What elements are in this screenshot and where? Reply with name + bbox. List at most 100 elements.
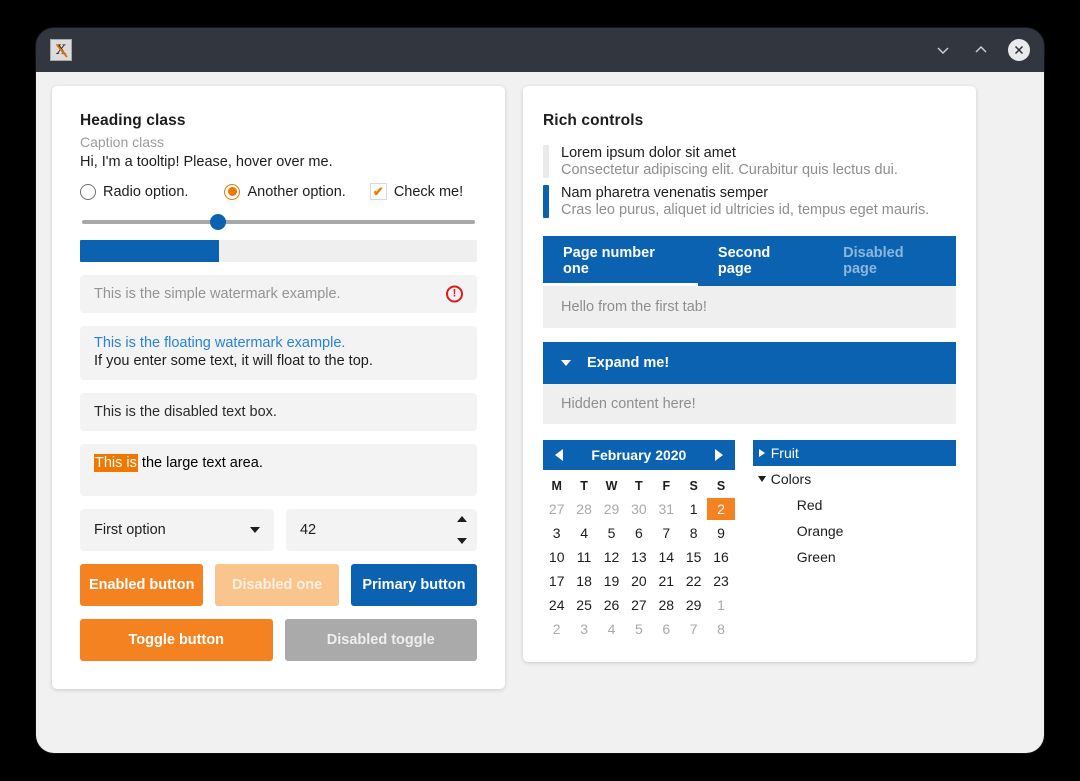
calendar-day[interactable]: 10 — [543, 546, 570, 568]
select-dropdown-value: First option — [94, 522, 166, 538]
list-item[interactable]: Lorem ipsum dolor sit amet Consectetur a… — [543, 142, 956, 182]
calendar-day[interactable]: 15 — [680, 546, 707, 568]
slider[interactable] — [80, 211, 477, 233]
application-window: X Heading class Caption class — [36, 28, 1044, 753]
tab-page-number-one[interactable]: Page number one — [543, 236, 698, 286]
calendar-day[interactable]: 6 — [653, 618, 680, 640]
chevron-right-icon[interactable] — [714, 449, 723, 461]
calendar-day[interactable]: 7 — [653, 522, 680, 544]
select-dropdown[interactable]: First option — [80, 509, 274, 551]
calendar-day[interactable]: 26 — [598, 594, 625, 616]
calendar-day[interactable]: 28 — [653, 594, 680, 616]
calendar-day[interactable]: 1 — [707, 594, 734, 616]
large-textarea[interactable]: This is the large text area. — [80, 444, 477, 496]
floating-value-text: If you enter some text, it will float to… — [94, 353, 373, 369]
calendar-day[interactable]: 12 — [598, 546, 625, 568]
accent-bar-icon — [543, 185, 549, 218]
button-row-toggles: Toggle button Disabled toggle — [80, 619, 477, 661]
calendar-day[interactable]: 30 — [625, 498, 652, 520]
calendar-day[interactable]: 3 — [570, 618, 597, 640]
page-title: Heading class — [80, 112, 186, 129]
calendar-day[interactable]: 3 — [543, 522, 570, 544]
radio-option-1-label: Radio option. — [103, 183, 189, 200]
expander-header[interactable]: Expand me! — [543, 342, 956, 384]
calendar-day[interactable]: 13 — [625, 546, 652, 568]
calendar-day[interactable]: 25 — [570, 594, 597, 616]
calendar-day-header: M — [551, 479, 562, 493]
chevron-right-icon[interactable] — [753, 449, 771, 457]
tree-item-orange[interactable]: Orange — [753, 518, 956, 544]
tree-item-green[interactable]: Green — [753, 544, 956, 570]
tree-item-label: Colors — [770, 471, 812, 487]
floating-watermark-input[interactable]: This is the floating watermark example. … — [80, 326, 477, 380]
primary-button[interactable]: Primary button — [350, 564, 478, 606]
toggle-button[interactable]: Toggle button — [80, 619, 273, 661]
radio-option-2[interactable]: Another option. — [224, 183, 346, 200]
list-item-title: Lorem ipsum dolor sit amet — [561, 145, 736, 161]
calendar-day[interactable]: 19 — [598, 570, 625, 592]
calendar-day[interactable]: 5 — [625, 618, 652, 640]
tab-disabled-page: Disabled page — [843, 245, 904, 277]
chevron-down-icon — [249, 527, 260, 533]
calendar-day-selected[interactable]: 2 — [707, 498, 735, 520]
close-x-icon[interactable] — [1008, 39, 1030, 61]
calendar-day[interactable]: 18 — [570, 570, 597, 592]
watermark-input[interactable]: This is the simple watermark example. ! — [80, 275, 477, 313]
calendar-day[interactable]: 11 — [570, 546, 597, 568]
chevron-down-icon — [561, 360, 571, 366]
list-item-subtitle: Consectetur adipiscing elit. Curabitur q… — [561, 162, 898, 178]
calendar-day[interactable]: 22 — [680, 570, 707, 592]
calendar-day[interactable]: 6 — [625, 522, 652, 544]
calendar-day[interactable]: 29 — [598, 498, 625, 520]
tree-item-fruit[interactable]: Fruit — [752, 440, 956, 466]
calendar-day[interactable]: 29 — [680, 594, 707, 616]
chevron-down-icon[interactable] — [753, 476, 771, 482]
calendar-day[interactable]: 4 — [570, 522, 597, 544]
calendar-day[interactable]: 23 — [707, 570, 734, 592]
tab-second-page[interactable]: Second page — [698, 236, 823, 286]
progress-bar-fill — [80, 240, 219, 262]
calendar-day[interactable]: 16 — [707, 546, 734, 568]
calendar-day[interactable]: 24 — [543, 594, 570, 616]
calendar-day[interactable]: 17 — [543, 570, 570, 592]
tree-item-red[interactable]: Red — [753, 492, 956, 518]
calendar-day[interactable]: 7 — [680, 618, 707, 640]
calendar-day[interactable]: 31 — [653, 498, 680, 520]
calendar-day[interactable]: 8 — [707, 618, 734, 640]
tree-item-colors[interactable]: Colors — [753, 466, 956, 492]
calendar-day[interactable]: 20 — [625, 570, 652, 592]
watermark-placeholder-text: This is the simple watermark example. — [94, 286, 341, 302]
tab-content-panel: Hello from the first tab! — [543, 286, 956, 328]
chevron-up-icon[interactable] — [970, 39, 992, 61]
calendar-day[interactable]: 27 — [543, 498, 570, 520]
calendar-day-header: F — [662, 479, 671, 493]
tree-item-label: Fruit — [770, 445, 799, 461]
spinner-down-icon[interactable] — [457, 538, 467, 544]
calendar-day[interactable]: 2 — [543, 618, 570, 640]
enabled-button[interactable]: Enabled button — [80, 564, 204, 606]
calendar-day[interactable]: 4 — [598, 618, 625, 640]
number-spinner[interactable]: 42 — [285, 509, 477, 551]
checkmark-icon: ✔ — [369, 183, 387, 200]
calendar-day[interactable]: 27 — [625, 594, 652, 616]
calendar-day[interactable]: 9 — [707, 522, 734, 544]
spinner-up-icon[interactable] — [457, 516, 467, 522]
calendar-day[interactable]: 21 — [653, 570, 680, 592]
list-item[interactable]: Nam pharetra venenatis semper Cras leo p… — [543, 182, 956, 222]
chevron-down-icon[interactable] — [932, 39, 954, 61]
calendar-day[interactable]: 14 — [653, 546, 680, 568]
bottom-row: February 2020 M T W T F S S 27 28 29 30 31 1 2 3 4 5 6 7 8 9… — [543, 440, 956, 640]
calendar-day[interactable]: 8 — [680, 522, 707, 544]
radio-option-1[interactable]: Radio option. — [80, 183, 189, 200]
calendar-day[interactable]: 5 — [598, 522, 625, 544]
floating-label-text: This is the floating watermark example. — [94, 335, 346, 351]
calendar-day-header: S — [689, 479, 698, 493]
tree-item-label: Red — [796, 497, 823, 513]
tab-bar: Page number one Second page Disabled pag… — [543, 236, 956, 286]
caret-glyph — [758, 449, 765, 457]
checkbox-check-me[interactable]: ✔ Check me! — [369, 183, 463, 200]
chevron-left-icon[interactable] — [555, 449, 563, 461]
calendar-day[interactable]: 28 — [570, 498, 597, 520]
slider-thumb[interactable] — [210, 214, 227, 230]
calendar-day[interactable]: 1 — [680, 498, 707, 520]
